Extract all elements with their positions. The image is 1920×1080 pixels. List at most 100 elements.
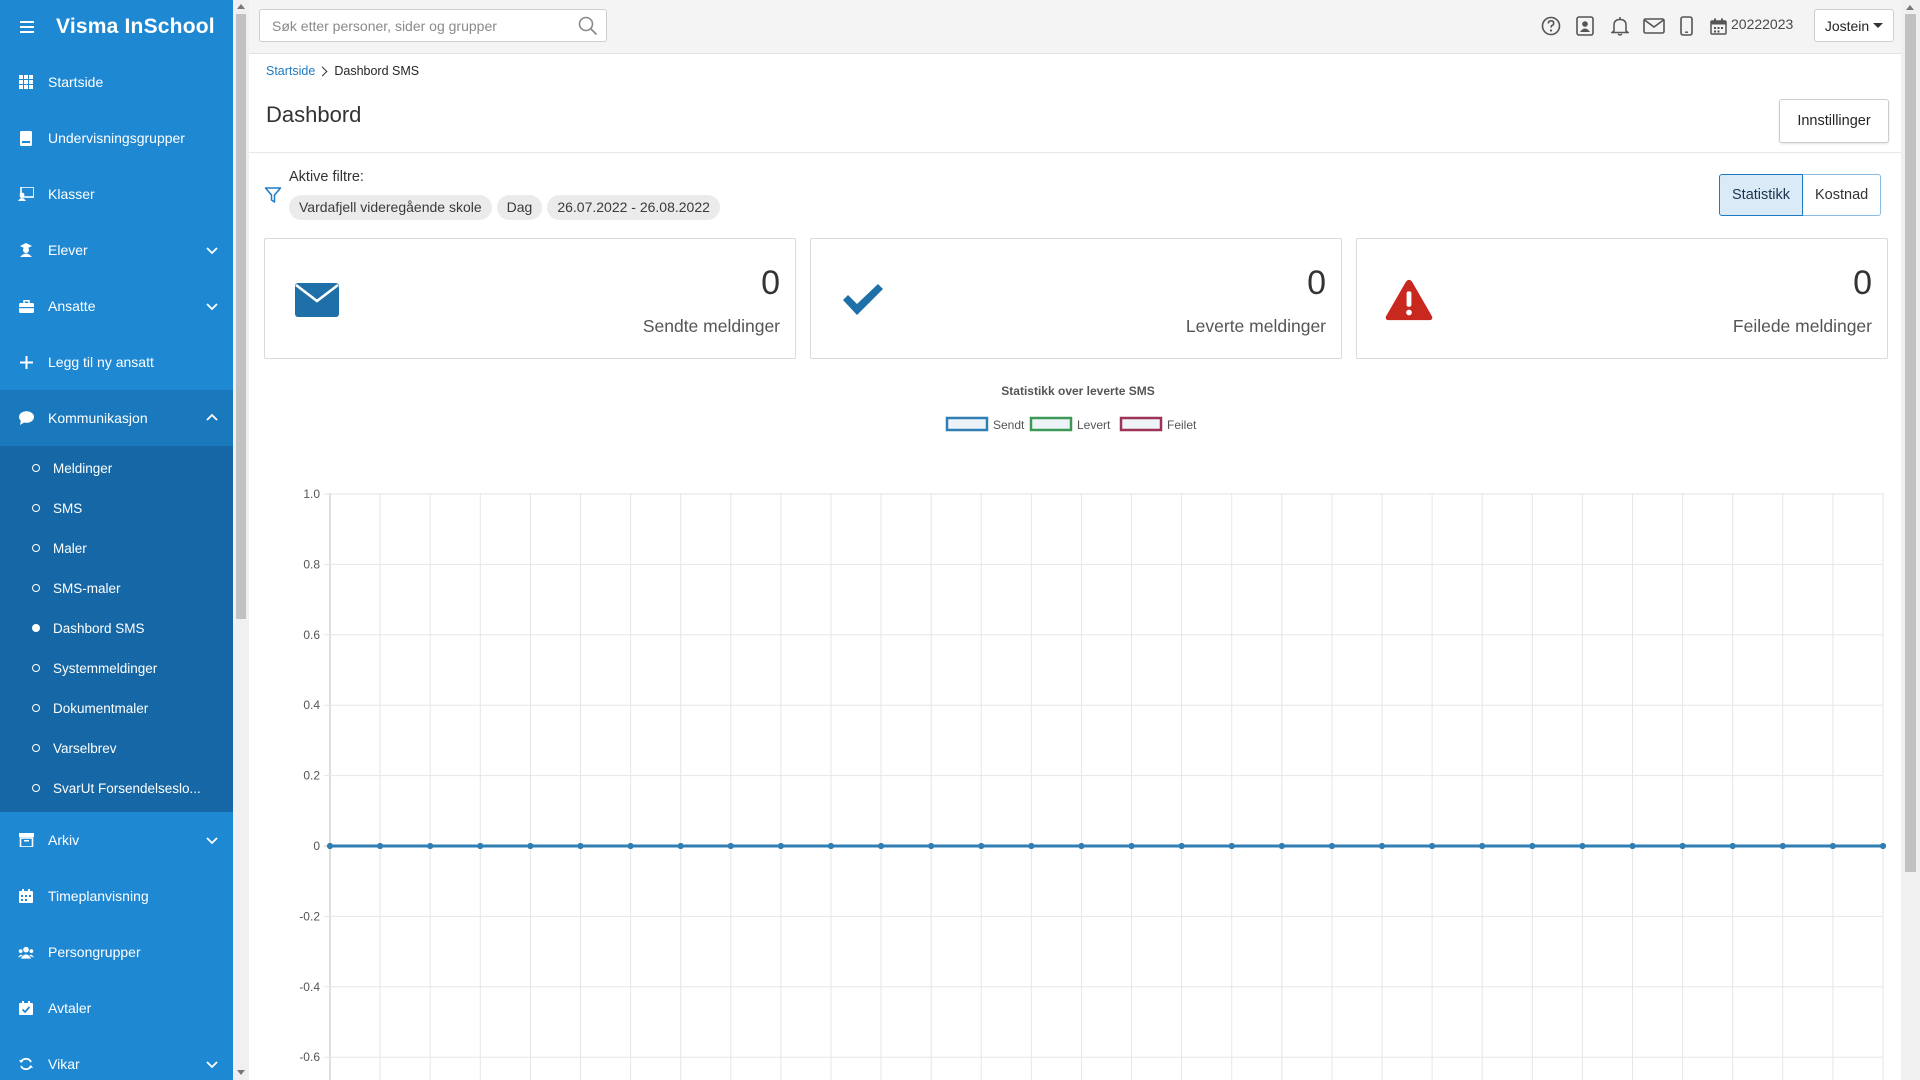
contact-card-icon[interactable] xyxy=(1574,15,1596,37)
y-tick-label: 0.2 xyxy=(303,769,320,783)
search-icon[interactable] xyxy=(578,16,598,36)
chevron-down-icon[interactable] xyxy=(205,299,219,313)
scroll-down-arrow-icon[interactable] xyxy=(237,1070,245,1075)
y-tick-label: 0.4 xyxy=(303,698,320,712)
sidebar-item-timeplanvisning[interactable]: Timeplanvisning xyxy=(0,868,233,924)
scroll-up-arrow-icon[interactable] xyxy=(1906,5,1914,10)
data-point[interactable] xyxy=(1829,843,1836,849)
scrollbar-thumb[interactable] xyxy=(1905,14,1916,872)
data-point[interactable] xyxy=(1078,843,1085,849)
sidebar-item-ansatte[interactable]: Ansatte xyxy=(0,278,233,334)
data-point[interactable] xyxy=(1579,843,1586,849)
chat-icon xyxy=(18,410,34,426)
bell-icon[interactable] xyxy=(1609,15,1631,37)
data-point[interactable] xyxy=(527,843,534,849)
sidebar-item-vikar[interactable]: Vikar xyxy=(0,1036,233,1080)
data-point[interactable] xyxy=(777,843,784,849)
submenu-item-sms[interactable]: SMS xyxy=(0,488,233,528)
sidebar-item-undervisningsgrupper[interactable]: Undervisningsgrupper xyxy=(0,110,233,166)
sidebar-item-label: Undervisningsgrupper xyxy=(48,130,185,146)
data-point[interactable] xyxy=(477,843,484,849)
submenu-item-maler[interactable]: Maler xyxy=(0,528,233,568)
legend-item[interactable]: Levert xyxy=(1029,416,1111,432)
data-point[interactable] xyxy=(377,843,384,849)
data-point[interactable] xyxy=(978,843,985,849)
data-point[interactable] xyxy=(1679,843,1686,849)
data-point[interactable] xyxy=(1779,843,1786,849)
sidebar-item-persongrupper[interactable]: Persongrupper xyxy=(0,924,233,980)
submenu-label: Dashbord SMS xyxy=(53,620,145,636)
submenu-item-systemmeldinger[interactable]: Systemmeldinger xyxy=(0,648,233,688)
scrollbar-thumb[interactable] xyxy=(236,14,246,619)
sidebar-item-elever[interactable]: Elever xyxy=(0,222,233,278)
data-point[interactable] xyxy=(1128,843,1135,849)
chart-legend: Sendt Levert Feilet xyxy=(945,416,1197,432)
submenu-item-dokumentmaler[interactable]: Dokumentmaler xyxy=(0,688,233,728)
chevron-up-icon[interactable] xyxy=(205,411,219,425)
data-point[interactable] xyxy=(327,843,333,849)
bullet-icon xyxy=(32,464,40,472)
data-point[interactable] xyxy=(1379,843,1386,849)
user-menu-button[interactable]: Jostein xyxy=(1814,9,1894,42)
submenu-item-dashbord-sms[interactable]: Dashbord SMS xyxy=(0,608,233,648)
submenu-item-sms-maler[interactable]: SMS-maler xyxy=(0,568,233,608)
search-input[interactable] xyxy=(260,10,584,41)
sidebar-item-klasser[interactable]: Klasser xyxy=(0,166,233,222)
data-point[interactable] xyxy=(677,843,684,849)
mobile-phone-icon[interactable] xyxy=(1675,15,1697,37)
search-box[interactable] xyxy=(259,9,607,42)
sidebar-item-arkiv[interactable]: Arkiv xyxy=(0,812,233,868)
app-brand: Visma InSchool xyxy=(0,0,233,54)
calendar-check-icon xyxy=(18,1000,34,1016)
submenu-item-meldinger[interactable]: Meldinger xyxy=(0,448,233,488)
y-tick-label: -0.4 xyxy=(299,980,320,994)
sidebar-scrollbar[interactable] xyxy=(233,0,249,1080)
data-point[interactable] xyxy=(1028,843,1035,849)
grid-icon xyxy=(18,74,34,90)
sidebar-item-legg-til-ny-ansatt[interactable]: Legg til ny ansatt xyxy=(0,334,233,390)
data-point[interactable] xyxy=(1479,843,1486,849)
page-scrollbar[interactable] xyxy=(1901,0,1920,1080)
data-point[interactable] xyxy=(1729,843,1736,849)
data-point[interactable] xyxy=(1529,843,1536,849)
chevron-down-icon[interactable] xyxy=(205,243,219,257)
data-point[interactable] xyxy=(1278,843,1285,849)
chevron-down-icon[interactable] xyxy=(205,1057,219,1071)
data-point[interactable] xyxy=(878,843,885,849)
hamburger-menu-icon[interactable] xyxy=(18,18,36,36)
data-point[interactable] xyxy=(1328,843,1335,849)
chart-y-ticks: 1.0 0.8 0.6 0.4 0.2 0 -0.2 -0.4 -0.6 xyxy=(299,487,320,1064)
chart-title: Statistikk over leverte SMS xyxy=(1001,384,1154,398)
data-point[interactable] xyxy=(1178,843,1185,849)
bullet-active-icon xyxy=(32,624,40,632)
legend-item[interactable]: Sendt xyxy=(945,416,1025,432)
data-point[interactable] xyxy=(1880,843,1886,849)
legend-item[interactable]: Feilet xyxy=(1119,416,1197,432)
sidebar-item-kommunikasjon[interactable]: Kommunikasjon xyxy=(0,390,233,446)
data-point[interactable] xyxy=(1629,843,1636,849)
submenu-label: Dokumentmaler xyxy=(53,700,149,716)
sidebar-item-startside[interactable]: Startside xyxy=(0,54,233,110)
submenu-item-varselbrev[interactable]: Varselbrev xyxy=(0,728,233,768)
sidebar-item-avtaler[interactable]: Avtaler xyxy=(0,980,233,1036)
data-point[interactable] xyxy=(928,843,935,849)
data-point[interactable] xyxy=(1429,843,1436,849)
chevron-down-icon[interactable] xyxy=(205,833,219,847)
data-point[interactable] xyxy=(1228,843,1235,849)
sidebar-item-label: Legg til ny ansatt xyxy=(48,354,154,370)
data-point[interactable] xyxy=(727,843,734,849)
data-point[interactable] xyxy=(827,843,834,849)
archive-icon xyxy=(18,832,34,848)
data-point[interactable] xyxy=(627,843,634,849)
school-year-label[interactable]: 20222023 xyxy=(1731,16,1793,32)
calendar-icon[interactable] xyxy=(1707,15,1729,37)
data-point[interactable] xyxy=(427,843,434,849)
data-point[interactable] xyxy=(577,843,584,849)
mail-icon[interactable] xyxy=(1643,15,1665,37)
submenu-label: SvarUt Forsendelseslo... xyxy=(53,780,201,796)
submenu-item-svarut[interactable]: SvarUt Forsendelseslo... xyxy=(0,768,233,808)
bullet-icon xyxy=(32,784,40,792)
scroll-up-arrow-icon[interactable] xyxy=(237,4,245,9)
help-icon[interactable] xyxy=(1540,15,1562,37)
swap-icon xyxy=(18,1056,34,1072)
